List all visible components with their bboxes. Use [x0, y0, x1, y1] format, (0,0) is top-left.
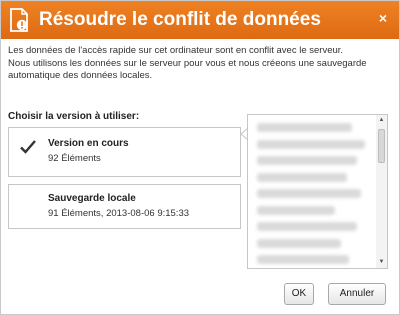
- choose-version-label: Choisir la version à utiliser:: [8, 111, 140, 122]
- option-subtitle: 92 Éléments: [48, 153, 101, 164]
- cancel-button[interactable]: Annuler: [328, 283, 386, 305]
- description-line: automatique des données locales.: [8, 70, 153, 81]
- preview-list-blurred: [248, 115, 376, 268]
- description-line: Les données de l'accès rapide sur cet or…: [8, 45, 344, 56]
- option-title: Sauvegarde locale: [48, 193, 136, 204]
- scroll-down-icon[interactable]: ▼: [376, 257, 387, 268]
- preview-scrollbar[interactable]: ▲ ▼: [376, 115, 387, 268]
- resolve-conflict-dialog: Résoudre le conflit de données × Les don…: [0, 0, 400, 315]
- option-current-version[interactable]: Version en cours 92 Éléments: [8, 127, 241, 177]
- dialog-titlebar: Résoudre le conflit de données ×: [1, 1, 399, 39]
- checkmark-icon: [19, 138, 37, 156]
- scroll-thumb[interactable]: [378, 129, 385, 163]
- option-subtitle: 91 Éléments, 2013-08-06 9:15:33: [48, 208, 190, 219]
- description-line: Nous utilisons les données sur le serveu…: [8, 57, 367, 69]
- conflict-description: Les données de l'accès rapide sur cet or…: [8, 45, 388, 83]
- ok-button[interactable]: OK: [284, 283, 314, 305]
- items-preview-panel[interactable]: ▲ ▼: [247, 114, 388, 269]
- warning-document-icon: [9, 8, 29, 32]
- option-title: Version en cours: [48, 138, 129, 149]
- scroll-up-icon[interactable]: ▲: [376, 115, 387, 126]
- dialog-title: Résoudre le conflit de données: [39, 9, 321, 30]
- option-local-backup[interactable]: Sauvegarde locale 91 Éléments, 2013-08-0…: [8, 184, 241, 229]
- close-button[interactable]: ×: [375, 8, 391, 28]
